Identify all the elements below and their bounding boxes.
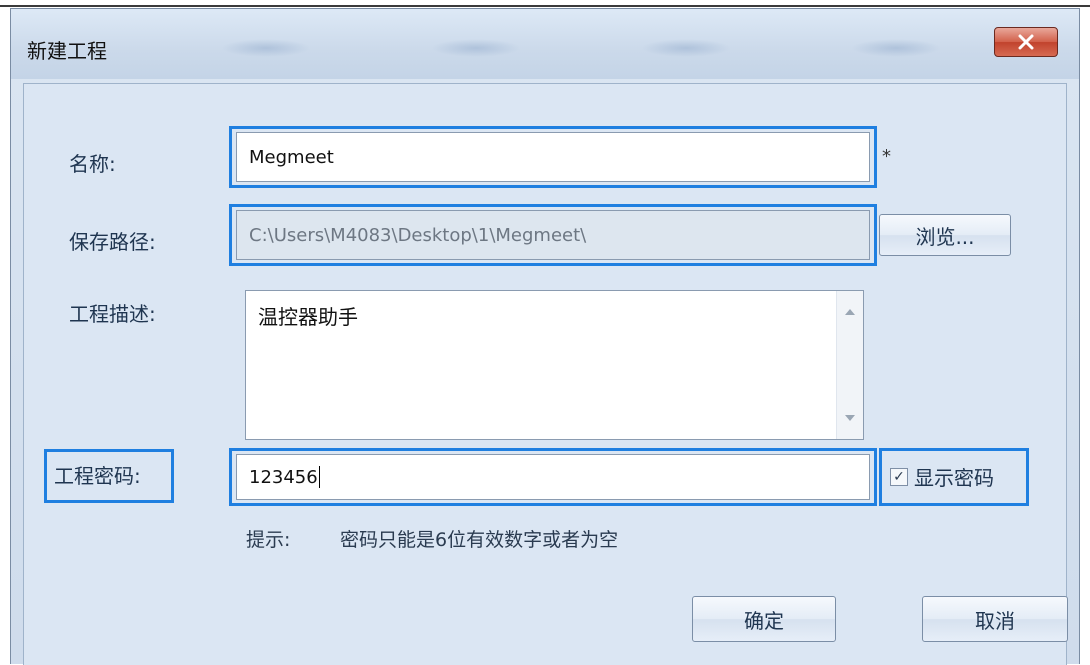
background-tab-blur [431,39,521,57]
required-asterisk: * [882,146,891,167]
top-border-line [0,5,1090,7]
scroll-up-arrow-icon[interactable] [845,309,855,315]
dialog-content: 名称: Megmeet * 保存路径: C:\Users\M4083\Deskt… [23,83,1068,665]
description-value: 温控器助手 [258,305,358,329]
password-label: 工程密码: [54,464,141,488]
show-password-label[interactable]: 显示密码 [914,462,994,491]
close-button[interactable] [994,27,1058,57]
browse-button[interactable]: 浏览... [879,214,1011,256]
hint-text: 密码只能是6位有效数字或者为空 [340,529,619,551]
background-tab-blur [641,39,731,57]
close-icon [1018,34,1034,50]
background-tab-blur [221,39,311,57]
new-project-dialog: 新建工程 名称: Megmeet * 保存路径: C:\Users\M4083\… [10,8,1080,665]
checkmark-icon: ✓ [893,469,905,485]
title-bar[interactable]: 新建工程 [11,9,1079,79]
ok-button[interactable]: 确定 [692,596,836,642]
save-path-highlight [229,204,877,266]
show-password-checkbox[interactable]: ✓ [890,468,908,486]
description-label: 工程描述: [69,302,156,326]
scroll-down-arrow-icon[interactable] [845,415,855,421]
background-tab-blur [851,39,941,57]
password-input-highlight [229,448,877,506]
save-path-label: 保存路径: [69,230,156,254]
description-scrollbar[interactable] [836,291,863,439]
description-textarea[interactable]: 温控器助手 [245,290,864,440]
name-input-highlight [229,126,877,188]
name-label: 名称: [69,152,116,176]
hint-prefix: 提示: [246,529,291,551]
dialog-title: 新建工程 [27,39,107,63]
cancel-button[interactable]: 取消 [922,596,1068,642]
